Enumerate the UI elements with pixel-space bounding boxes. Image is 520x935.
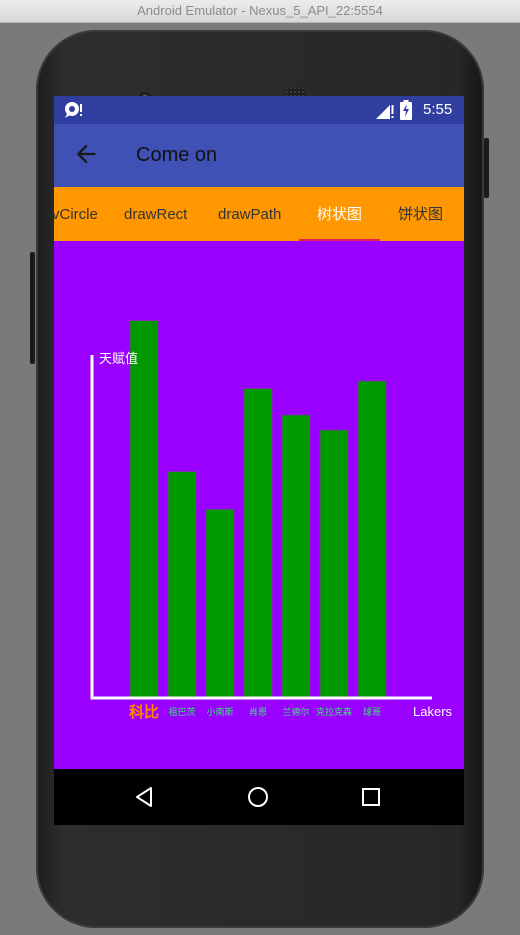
tab-drawpath[interactable]: drawPath	[218, 187, 281, 241]
tab-drawcircle[interactable]: vCircle	[54, 187, 98, 241]
chart-canvas: 天赋值 Lakers 科比 祖巴茨 小南斯 肖恩 兰德尔 克拉克森 球哥	[54, 241, 464, 769]
tab-pie-chart[interactable]: 饼状图	[398, 187, 443, 241]
category-label-5: 克拉克森	[316, 706, 352, 718]
bar-chart: 天赋值 Lakers 科比 祖巴茨 小南斯 肖恩 兰德尔 克拉克森 球哥	[90, 320, 453, 721]
signal-icon	[376, 105, 394, 119]
chart-bar-1	[167, 471, 197, 699]
tab-drawrect[interactable]: drawRect	[124, 187, 187, 241]
chart-bar-5	[319, 429, 349, 699]
x-axis-label: Lakers	[413, 704, 453, 719]
y-axis-label: 天赋值	[99, 351, 138, 367]
category-label-2: 小南斯	[206, 706, 233, 718]
status-time: 5:55	[423, 101, 453, 118]
home-icon[interactable]	[246, 785, 270, 809]
category-label-0: 科比	[129, 703, 159, 721]
recents-icon[interactable]	[359, 785, 383, 809]
chart-bar-2	[205, 508, 235, 699]
device-screen: 5:55 Come on vCircle drawRect drawPath 树…	[54, 96, 464, 825]
category-label-6: 球哥	[363, 706, 381, 718]
app-bar: Come on	[54, 124, 464, 187]
volume-button[interactable]	[30, 252, 35, 364]
chart-bar-3	[243, 388, 273, 699]
category-label-3: 肖恩	[249, 706, 267, 718]
category-label-1: 祖巴茨	[168, 706, 195, 718]
back-icon[interactable]	[132, 785, 156, 809]
page-title: Come on	[136, 144, 218, 166]
navigation-bar	[54, 769, 464, 825]
chart-bar-0	[129, 320, 159, 699]
back-arrow-icon[interactable]	[72, 140, 100, 168]
battery-charging-icon	[400, 100, 412, 120]
tab-tree-chart[interactable]: 树状图	[317, 187, 362, 241]
category-label-4: 兰德尔	[282, 706, 309, 718]
notification-icon	[65, 102, 82, 118]
chart-bar-6	[357, 380, 387, 699]
power-button[interactable]	[484, 138, 489, 198]
chart-bar-4	[281, 414, 311, 699]
status-bar: 5:55	[54, 96, 464, 124]
tab-bar: vCircle drawRect drawPath 树状图 饼状图	[54, 187, 464, 241]
emulator-title: Android Emulator - Nexus_5_API_22:5554	[0, 0, 520, 23]
